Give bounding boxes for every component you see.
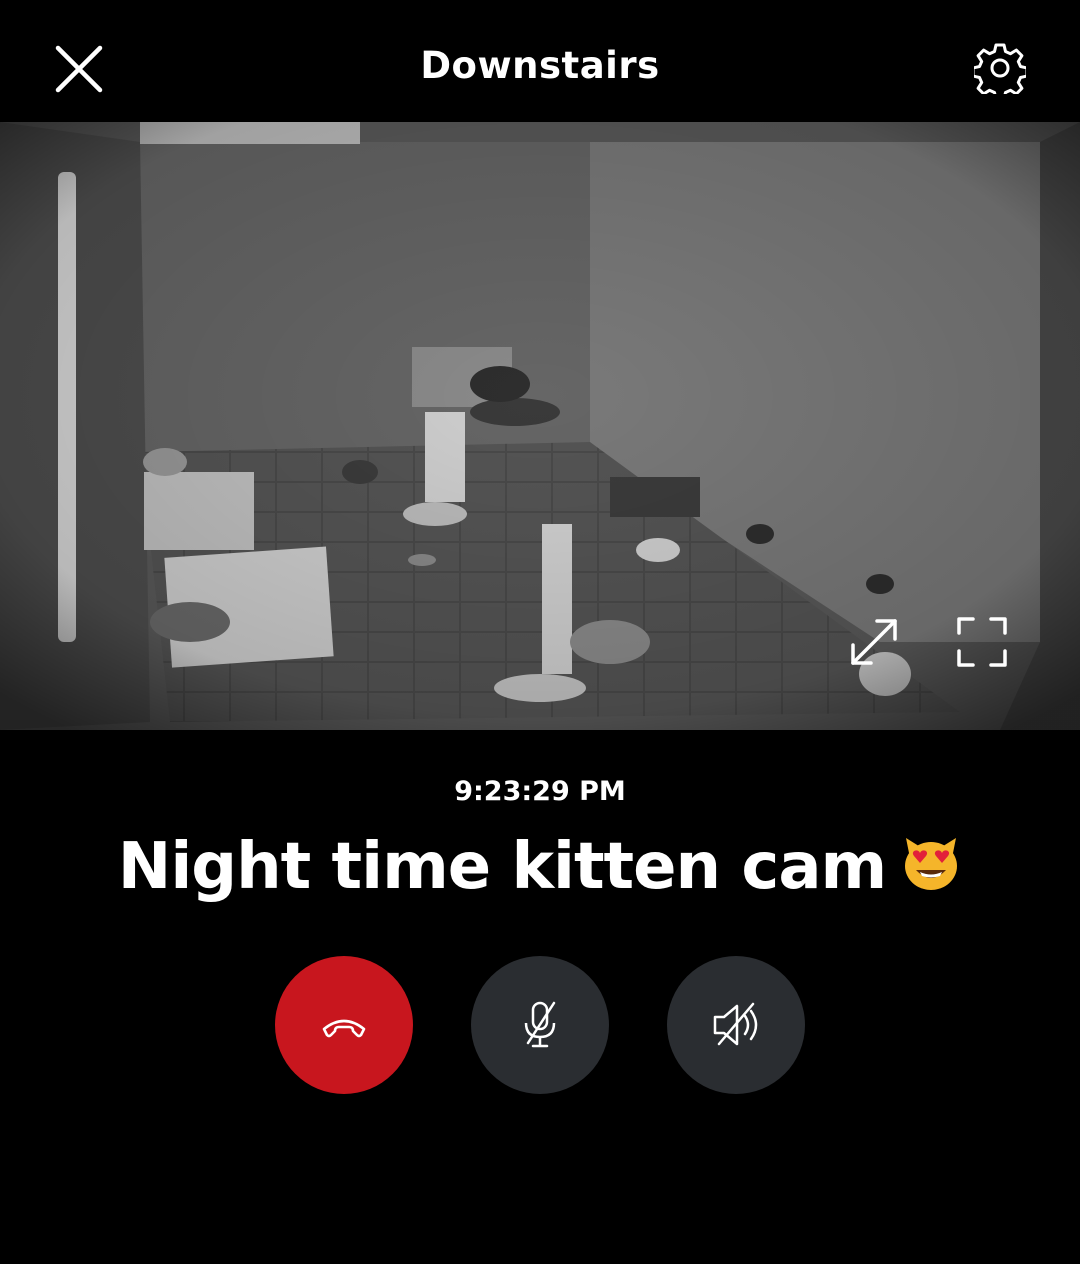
fullscreen-button[interactable] <box>954 614 1010 670</box>
end-call-button[interactable] <box>275 956 413 1094</box>
hang-up-phone-icon <box>322 1019 366 1038</box>
caption-text: Night time kitten cam <box>117 830 887 904</box>
expand-arrows-icon <box>851 619 897 665</box>
smiling-cat-heart-eyes-emoji <box>900 832 962 910</box>
gear-icon <box>974 43 1026 94</box>
expand-button[interactable] <box>846 614 902 670</box>
microphone-muted-icon <box>524 1001 556 1048</box>
top-bar: Downstairs <box>0 0 1080 122</box>
page-title: Downstairs <box>420 44 660 87</box>
mute-microphone-button[interactable] <box>471 956 609 1094</box>
camera-feed[interactable] <box>0 122 1080 730</box>
mute-speaker-button[interactable] <box>667 956 805 1094</box>
speaker-muted-icon <box>713 1002 758 1046</box>
settings-button[interactable] <box>970 38 1030 98</box>
camera-feed-image <box>0 122 1080 730</box>
fullscreen-corners-icon <box>957 617 1007 667</box>
timestamp: 9:23:29 PM <box>454 776 626 807</box>
caption: Night time kitten cam <box>0 830 1080 910</box>
